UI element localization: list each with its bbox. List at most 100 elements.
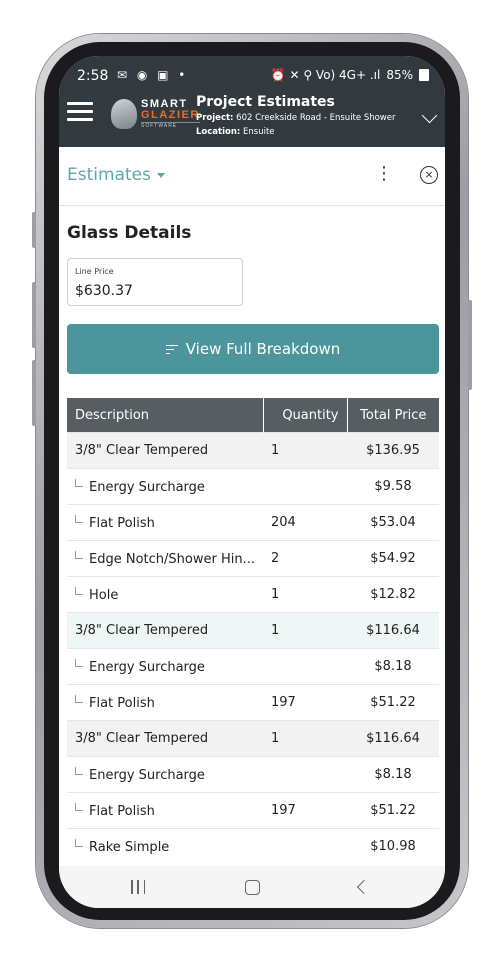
table-row[interactable]: Energy Surcharge $8.18 — [67, 648, 439, 685]
row-quantity: 197 — [263, 684, 347, 721]
row-total-price: $12.82 — [347, 576, 439, 613]
row-quantity: 197 — [263, 792, 347, 829]
row-total-price: $10.98 — [347, 828, 439, 864]
table-row[interactable]: 3/8" Clear Tempered 1 $136.95 — [67, 432, 439, 469]
side-button — [468, 300, 472, 390]
chevron-down-icon[interactable] — [421, 107, 438, 124]
row-quantity: 1 — [263, 612, 347, 649]
android-nav-bar — [59, 866, 445, 908]
table-row[interactable]: Energy Surcharge $8.18 — [67, 756, 439, 793]
table-row[interactable]: 3/8" Clear Tempered 1 $116.64 — [67, 612, 439, 649]
row-description: Flat Polish — [67, 504, 263, 541]
project-value: 602 Creekside Road - Ensuite Shower — [236, 113, 396, 123]
menu-icon[interactable] — [67, 102, 93, 122]
smart-glazier-logo: SMART GLAZIER SOFTWARE — [111, 96, 205, 132]
breakdown-button-label: View Full Breakdown — [185, 340, 341, 358]
estimates-title: Estimates — [67, 165, 151, 185]
table-row[interactable]: Rake Simple $10.98 — [67, 828, 439, 864]
row-description: 3/8" Clear Tempered — [67, 432, 263, 469]
logo-line3: SOFTWARE — [141, 122, 200, 129]
line-price-value: $630.37 — [75, 283, 133, 299]
signal-icons: ⏰ ✕ ⚲ Vo) 4G+ .ıl — [270, 68, 381, 82]
sub-item-icon — [75, 802, 83, 811]
side-button — [32, 360, 36, 426]
row-total-price: $54.92 — [347, 540, 439, 577]
back-icon[interactable] — [356, 879, 372, 895]
row-total-price: $51.22 — [347, 792, 439, 829]
caret-down-icon — [156, 172, 165, 178]
column-header: Quantity — [263, 398, 348, 433]
app-title: Project Estimates — [196, 94, 335, 110]
sub-item-icon — [75, 478, 83, 487]
row-description: Flat Polish — [67, 792, 263, 829]
row-description: Energy Surcharge — [67, 648, 263, 685]
close-icon[interactable]: × — [420, 166, 438, 184]
line-price-field: Line Price $630.37 — [67, 258, 243, 306]
table-header-row: Description Quantity Total Price — [67, 398, 439, 433]
table-row[interactable]: Energy Surcharge $9.58 — [67, 468, 439, 505]
sub-item-icon — [75, 658, 83, 667]
row-total-price: $116.64 — [347, 720, 439, 757]
view-full-breakdown-button[interactable]: View Full Breakdown — [67, 324, 439, 374]
home-icon[interactable] — [245, 880, 260, 895]
column-header: Total Price — [347, 398, 439, 433]
row-total-price: $136.95 — [347, 432, 439, 469]
more-options-icon[interactable]: ⋮ — [375, 165, 393, 183]
row-description: 3/8" Clear Tempered — [67, 720, 263, 757]
side-button — [32, 282, 36, 348]
line-price-label: Line Price — [75, 267, 114, 276]
table-row[interactable]: Flat Polish 197 $51.22 — [67, 792, 439, 829]
side-button — [32, 212, 36, 248]
row-quantity — [263, 648, 347, 685]
status-time: 2:58 — [77, 68, 109, 84]
logo-line2: GLAZIER — [141, 109, 200, 121]
row-quantity: 1 — [263, 432, 347, 469]
status-right: ⏰ ✕ ⚲ Vo) 4G+ .ıl 85% — [271, 68, 429, 82]
row-quantity — [263, 468, 347, 505]
row-description: Energy Surcharge — [67, 468, 263, 505]
row-description: Hole — [67, 576, 263, 613]
estimates-header: Estimates ⋮ × — [59, 147, 445, 206]
row-description: 3/8" Clear Tempered — [67, 612, 263, 649]
row-description: Edge Notch/Shower Hin... — [67, 540, 263, 577]
column-header: Description — [67, 398, 264, 433]
sub-item-icon — [75, 838, 83, 847]
row-total-price: $8.18 — [347, 648, 439, 685]
row-total-price: $53.04 — [347, 504, 439, 541]
sub-item-icon — [75, 586, 83, 595]
location-label: Location: — [196, 127, 241, 137]
row-quantity: 204 — [263, 504, 347, 541]
sub-item-icon — [75, 694, 83, 703]
row-description: Energy Surcharge — [67, 756, 263, 793]
estimates-dropdown[interactable]: Estimates — [67, 165, 165, 185]
table-row[interactable]: Hole 1 $12.82 — [67, 576, 439, 613]
filter-icon — [165, 344, 178, 355]
row-quantity — [263, 828, 347, 864]
table-row[interactable]: 3/8" Clear Tempered 1 $116.64 — [67, 720, 439, 757]
row-total-price: $8.18 — [347, 756, 439, 793]
row-quantity: 1 — [263, 576, 347, 613]
row-total-price: $51.22 — [347, 684, 439, 721]
table-row[interactable]: Edge Notch/Shower Hin... 2 $54.92 — [67, 540, 439, 577]
app-header: 2:58 ✉ ◉ ▣ • ⏰ ✕ ⚲ Vo) 4G+ .ıl 85% SMART… — [59, 56, 445, 147]
section-title: Glass Details — [67, 223, 192, 243]
row-quantity: 2 — [263, 540, 347, 577]
location-line: Location: Ensuite — [196, 127, 275, 137]
table-row[interactable]: Flat Polish 204 $53.04 — [67, 504, 439, 541]
row-total-price: $116.64 — [347, 612, 439, 649]
project-line: Project: 602 Creekside Road - Ensuite Sh… — [196, 113, 395, 123]
sub-item-icon — [75, 766, 83, 775]
row-description: Rake Simple — [67, 828, 263, 864]
battery-icon — [419, 69, 429, 81]
notification-icons: ✉ ◉ ▣ • — [117, 68, 189, 82]
sub-item-icon — [75, 550, 83, 559]
estimate-table: Description Quantity Total Price 3/8" Cl… — [67, 398, 439, 864]
recent-apps-icon[interactable] — [131, 880, 145, 894]
table-row[interactable]: Flat Polish 197 $51.22 — [67, 684, 439, 721]
screen: 2:58 ✉ ◉ ▣ • ⏰ ✕ ⚲ Vo) 4G+ .ıl 85% SMART… — [59, 56, 445, 908]
row-total-price: $9.58 — [347, 468, 439, 505]
logo-mark-icon — [111, 99, 137, 129]
row-quantity: 1 — [263, 720, 347, 757]
row-description: Flat Polish — [67, 684, 263, 721]
row-quantity — [263, 756, 347, 793]
